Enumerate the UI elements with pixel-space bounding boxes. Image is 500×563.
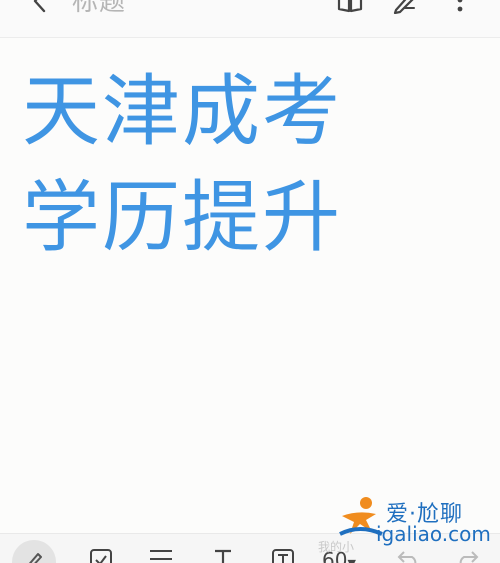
top-bar: 标题: [0, 0, 500, 38]
list-tool[interactable]: [144, 548, 178, 563]
back-button[interactable]: [24, 0, 54, 20]
undo-icon: [396, 548, 422, 563]
text-box-icon: [271, 548, 295, 563]
text-box-tool[interactable]: [266, 548, 300, 563]
text-icon: [212, 548, 234, 563]
undo-button[interactable]: [392, 548, 426, 563]
checkbox-tool[interactable]: [84, 548, 118, 563]
redo-icon: [454, 548, 480, 563]
note-line-1: 天津成考: [22, 67, 343, 157]
handwriting-tool[interactable]: [12, 540, 56, 563]
reading-mode-button[interactable]: [334, 0, 366, 18]
note-canvas[interactable]: 天津成考 学历提升: [0, 39, 500, 533]
title-input[interactable]: 标题: [72, 0, 126, 20]
pen-mode-button[interactable]: [390, 0, 422, 18]
dropdown-arrow-icon: ▼: [347, 557, 355, 563]
handwriting-pen-icon: [22, 548, 46, 563]
pen-icon: [392, 0, 420, 18]
more-button[interactable]: [444, 0, 476, 18]
checkbox-icon: [89, 548, 113, 563]
bottom-toolbar: 60▼: [0, 533, 500, 563]
back-icon: [32, 0, 46, 17]
pen-size-value: 60: [322, 548, 348, 563]
list-icon: [148, 548, 174, 563]
text-tool[interactable]: [206, 548, 240, 563]
reading-mode-icon: [337, 0, 363, 17]
pen-size-selector[interactable]: 60▼: [322, 548, 356, 563]
note-line-2: 学历提升: [22, 173, 343, 263]
redo-button[interactable]: [450, 548, 484, 563]
more-icon: [456, 0, 464, 18]
